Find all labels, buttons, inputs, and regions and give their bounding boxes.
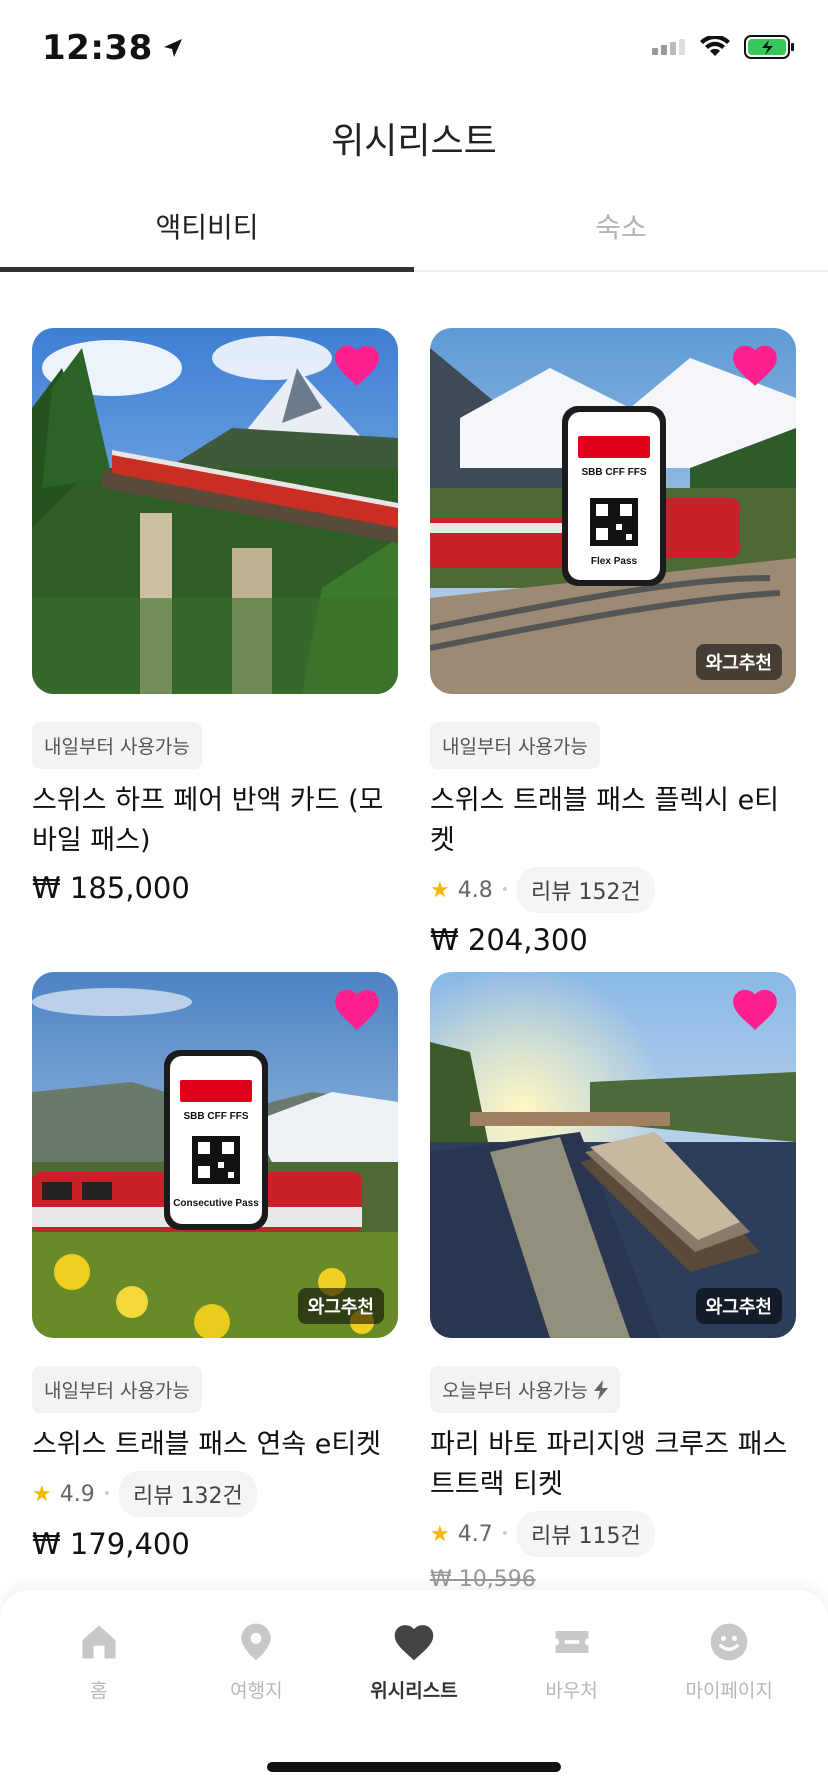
separator-dot: • bbox=[500, 1526, 509, 1542]
review-count: 리뷰 115건 bbox=[517, 1511, 655, 1557]
battery-charging-icon bbox=[744, 35, 794, 59]
smiley-icon bbox=[710, 1623, 748, 1661]
recommended-badge: 와그추천 bbox=[695, 644, 782, 680]
star-icon: ★ bbox=[430, 877, 450, 903]
status-indicators bbox=[652, 34, 796, 60]
status-time: 12:38 bbox=[42, 28, 185, 68]
card-image: 와그추천 bbox=[430, 972, 796, 1338]
wishlist-card-consecutive-pass[interactable]: SBB CFF FFS Consecutive Pass 와그추천 내일부터 사… bbox=[32, 972, 398, 1561]
lightning-icon bbox=[593, 1379, 608, 1400]
card-image bbox=[32, 328, 398, 694]
wishlist-card-half-fare[interactable]: 내일부터 사용가능 스위스 하프 페어 반액 카드 (모바일 패스) ₩ 185… bbox=[32, 328, 398, 905]
nav-label: 여행지 bbox=[230, 1680, 283, 1702]
bottom-nav: 홈 여행지 위시리스트 바우처 마이페이지 bbox=[0, 1590, 828, 1792]
rating-row: ★ 4.8 • 리뷰 152건 bbox=[430, 867, 796, 913]
status-time-text: 12:38 bbox=[42, 28, 153, 68]
availability-tag: 내일부터 사용가능 bbox=[430, 722, 600, 769]
recommended-badge: 와그추천 bbox=[695, 1288, 782, 1324]
card-image: SBB CFF FFS Flex Pass 와그추천 bbox=[430, 328, 796, 694]
card-image: SBB CFF FFS Consecutive Pass 와그추천 bbox=[32, 972, 398, 1338]
card-price: ₩ 204,300 bbox=[430, 923, 588, 957]
star-icon: ★ bbox=[32, 1481, 52, 1507]
availability-tag-text: 오늘부터 사용가능 bbox=[442, 1380, 588, 1402]
tab-bar: 액티비티 숙소 bbox=[0, 190, 828, 272]
card-price: ₩ 185,000 bbox=[32, 871, 190, 905]
page-title: 위시리스트 bbox=[331, 121, 497, 162]
pass-name-text: Flex Pass bbox=[591, 556, 638, 567]
review-count: 리뷰 132건 bbox=[119, 1471, 257, 1517]
pass-brand-text: SBB CFF FFS bbox=[184, 1111, 249, 1122]
recommended-badge: 와그추천 bbox=[297, 1288, 384, 1324]
home-icon bbox=[82, 1625, 116, 1659]
availability-tag: 오늘부터 사용가능 bbox=[430, 1366, 620, 1413]
card-title: 파리 바토 파리지앵 크루즈 패스 트트랙 티켓 bbox=[430, 1429, 788, 1500]
card-title: 스위스 하프 페어 반액 카드 (모바일 패스) bbox=[32, 785, 384, 856]
location-pin-icon bbox=[241, 1623, 272, 1661]
nav-my-page[interactable]: 마이페이지 bbox=[659, 1620, 799, 1703]
review-count: 리뷰 152건 bbox=[517, 867, 655, 913]
heart-icon[interactable] bbox=[730, 342, 780, 388]
rating-value: 4.8 bbox=[457, 877, 493, 903]
nav-destinations[interactable]: 여행지 bbox=[186, 1620, 326, 1703]
tab-accommodation[interactable]: 숙소 bbox=[414, 190, 828, 270]
nav-wishlist[interactable]: 위시리스트 bbox=[344, 1620, 484, 1703]
heart-icon bbox=[394, 1625, 434, 1661]
nav-vouchers[interactable]: 바우처 bbox=[502, 1620, 642, 1703]
card-title: 스위스 트래블 패스 연속 e티켓 bbox=[32, 1429, 382, 1460]
nav-label: 홈 bbox=[90, 1680, 108, 1702]
tab-activity[interactable]: 액티비티 bbox=[0, 190, 414, 272]
heart-icon[interactable] bbox=[332, 342, 382, 388]
heart-icon[interactable] bbox=[730, 986, 780, 1032]
card-price: ₩ 179,400 bbox=[32, 1527, 190, 1561]
heart-icon[interactable] bbox=[332, 986, 382, 1032]
rating-value: 4.9 bbox=[59, 1481, 95, 1507]
status-bar: 12:38 bbox=[0, 0, 828, 100]
wifi-icon bbox=[700, 36, 730, 56]
location-arrow-icon bbox=[163, 39, 182, 57]
star-icon: ★ bbox=[430, 1521, 450, 1547]
separator-dot: • bbox=[102, 1486, 111, 1502]
nav-label: 위시리스트 bbox=[370, 1680, 458, 1702]
nav-label: 마이페이지 bbox=[685, 1680, 773, 1702]
wishlist-card-paris-cruise[interactable]: 와그추천 오늘부터 사용가능 파리 바토 파리지앵 크루즈 패스 트트랙 티켓 … bbox=[430, 972, 796, 1592]
availability-tag: 내일부터 사용가능 bbox=[32, 722, 202, 769]
pass-brand-text: SBB CFF FFS bbox=[582, 467, 647, 478]
nav-label: 바우처 bbox=[545, 1680, 598, 1702]
signal-icon bbox=[652, 39, 685, 55]
separator-dot: • bbox=[500, 882, 509, 898]
card-title: 스위스 트래블 패스 플렉시 e티켓 bbox=[430, 785, 780, 856]
ticket-icon bbox=[555, 1631, 589, 1653]
home-indicator bbox=[267, 1762, 561, 1772]
original-price: ₩ 10,596 bbox=[430, 1567, 536, 1592]
rating-value: 4.7 bbox=[457, 1521, 493, 1547]
wishlist-card-flex-pass[interactable]: SBB CFF FFS Flex Pass 와그추천 내일부터 사용가능 스위스… bbox=[430, 328, 796, 957]
nav-home[interactable]: 홈 bbox=[29, 1620, 169, 1703]
rating-row: ★ 4.9 • 리뷰 132건 bbox=[32, 1471, 398, 1517]
rating-row: ★ 4.7 • 리뷰 115건 bbox=[430, 1511, 796, 1557]
availability-tag: 내일부터 사용가능 bbox=[32, 1366, 202, 1413]
pass-name-text: Consecutive Pass bbox=[173, 1198, 259, 1209]
